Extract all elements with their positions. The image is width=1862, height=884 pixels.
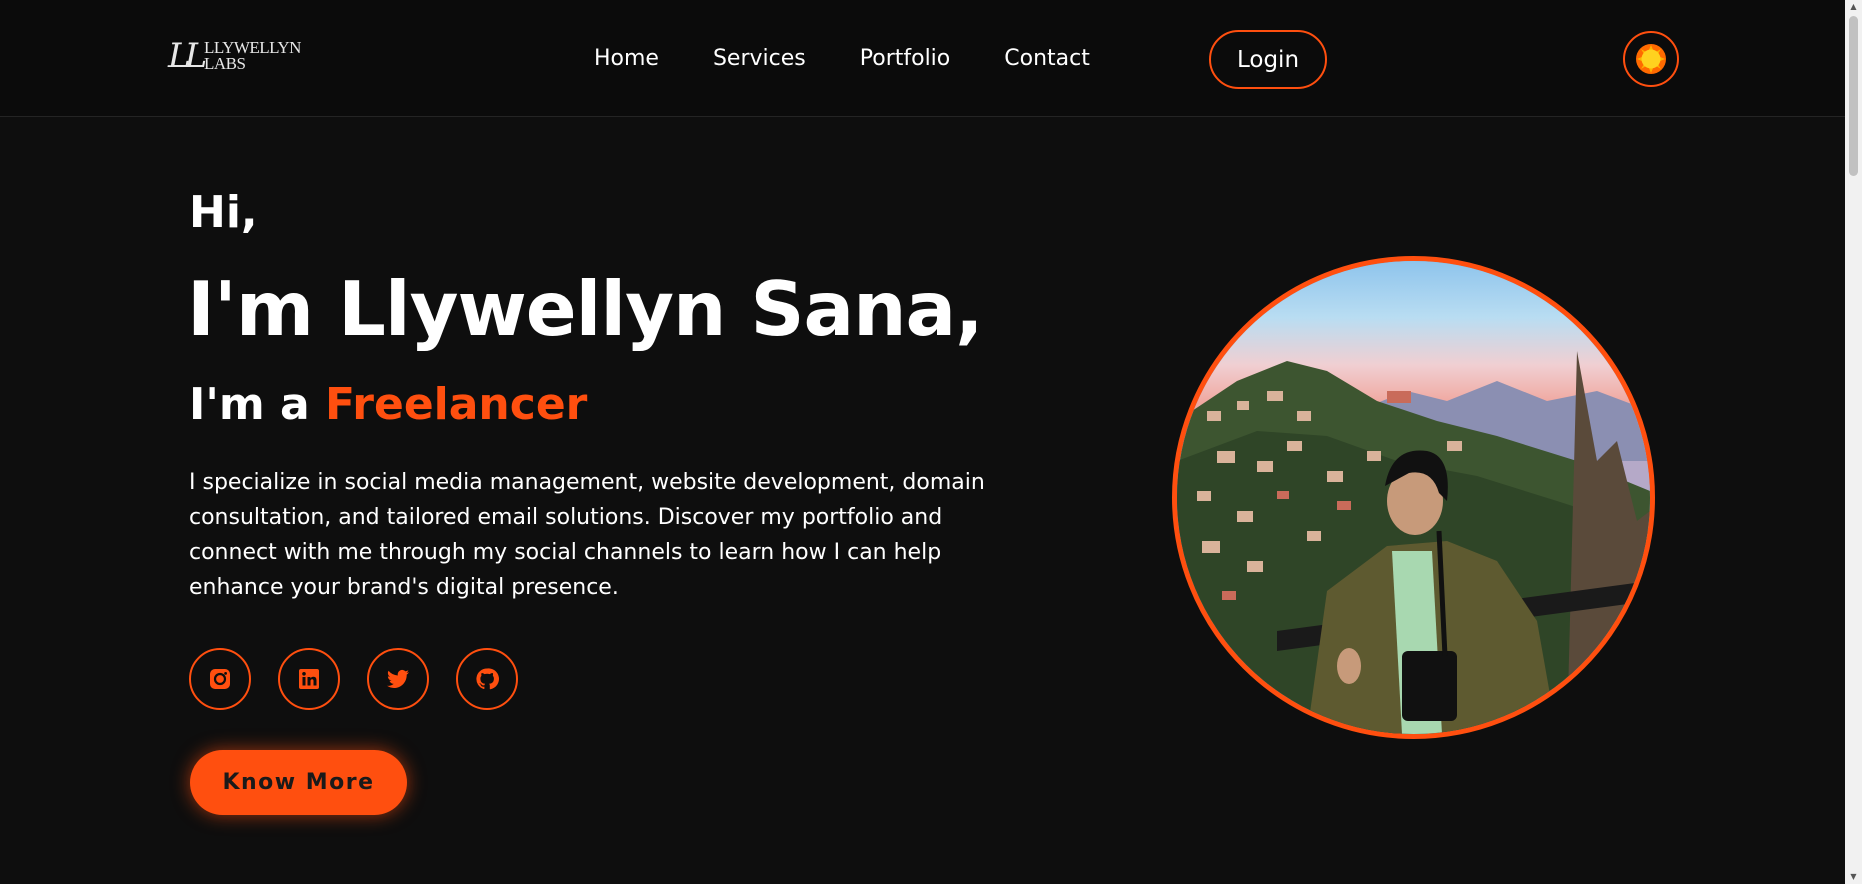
linkedin-link[interactable]	[278, 648, 340, 710]
hero-name: I'm Llywellyn Sana,	[187, 265, 984, 353]
instagram-icon	[210, 669, 230, 689]
logo-monogram: LL	[168, 36, 207, 76]
scrollbar-thumb[interactable]	[1849, 16, 1858, 176]
github-link[interactable]	[456, 648, 518, 710]
social-links	[189, 648, 545, 710]
hero-role-highlight: Freelancer	[325, 379, 588, 430]
theme-toggle-button[interactable]	[1623, 31, 1679, 87]
nav-link-portfolio[interactable]: Portfolio	[860, 44, 951, 74]
brand-logo[interactable]: LL LLYWELLYN LABS	[168, 36, 303, 76]
scroll-up-arrow-icon[interactable]: ▲	[1845, 0, 1862, 14]
linkedin-icon	[299, 669, 319, 689]
main-nav: Home Services Portfolio Contact	[594, 44, 1144, 74]
hero-description: I specialize in social media management,…	[189, 470, 985, 600]
login-button[interactable]: Login	[1209, 30, 1327, 89]
logo-line-2: LABS	[204, 54, 246, 73]
know-more-button[interactable]: Know More	[190, 750, 407, 815]
nav-link-services[interactable]: Services	[713, 44, 806, 74]
profile-photo-illustration	[1177, 261, 1650, 734]
sun-icon	[1636, 44, 1666, 74]
page-scrollbar[interactable]: ▲ ▼	[1845, 0, 1862, 884]
twitter-link[interactable]	[367, 648, 429, 710]
hero-role: I'm a Freelancer	[189, 378, 587, 432]
nav-link-contact[interactable]: Contact	[1004, 44, 1090, 74]
twitter-icon	[387, 669, 409, 688]
hero-greeting: Hi,	[189, 187, 258, 238]
github-icon	[476, 668, 499, 690]
instagram-link[interactable]	[189, 648, 251, 710]
profile-photo	[1172, 256, 1655, 739]
nav-link-home[interactable]: Home	[594, 44, 659, 74]
hero-role-prefix: I'm a	[189, 379, 326, 430]
scroll-down-arrow-icon[interactable]: ▼	[1845, 870, 1862, 884]
logo-wordmark: LLYWELLYN LABS	[204, 39, 301, 73]
navbar: LL LLYWELLYN LABS Home Services Portfoli…	[0, 0, 1845, 117]
